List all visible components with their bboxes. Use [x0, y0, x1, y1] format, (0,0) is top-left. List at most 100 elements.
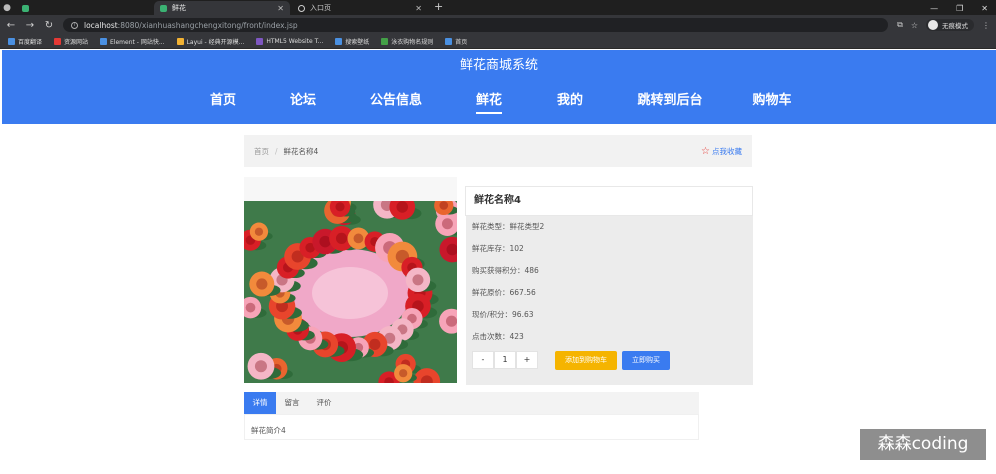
rose-center-shape	[335, 202, 345, 212]
nav-mine[interactable]: 我的	[529, 90, 611, 114]
browser-tab-3[interactable]: 入口页 ✕	[292, 1, 428, 15]
browser-tab-strip: ● 鲜花 ✕ 入口页 ✕ + — ❐ ✕	[0, 0, 996, 15]
bookmarks-bar: 百度翻译 资源网站 Element - 网站快... Layui - 经典开源模…	[0, 35, 996, 49]
tab-reviews[interactable]: 评价	[308, 392, 340, 414]
main-nav: 首页 论坛 公告信息 鲜花 我的 跳转到后台 购物车	[2, 90, 996, 114]
increment-button[interactable]: +	[516, 351, 538, 369]
restore-icon[interactable]: ❐	[956, 4, 963, 13]
watermark: 森森coding	[860, 429, 986, 460]
bookmark-icon	[335, 38, 343, 45]
rose-center-shape	[254, 360, 268, 373]
bookmark-item[interactable]: 资源网站	[54, 37, 88, 46]
bookmark-icon	[381, 38, 389, 45]
nav-notices[interactable]: 公告信息	[343, 90, 449, 114]
bookmark-icon	[100, 38, 108, 45]
attr-current-price: 现价/积分：96.63	[472, 310, 534, 319]
url-input[interactable]: i localhost:8080/xianhuashangchengxitong…	[63, 18, 889, 32]
tab-messages[interactable]: 留言	[276, 392, 308, 414]
bookmark-item[interactable]: HTML5 Website T...	[256, 38, 323, 45]
decrement-button[interactable]: -	[472, 351, 494, 369]
product-name: 鲜花名称4	[465, 186, 753, 216]
new-tab-button[interactable]: +	[434, 1, 443, 15]
toolbar-right: ⧉ ☆ 无痕模式 ⋮	[897, 19, 990, 31]
attr-original-price: 鲜花原价：667.56	[472, 288, 536, 297]
bookmark-item[interactable]: 百度翻译	[8, 37, 42, 46]
browser-tab-1[interactable]	[16, 1, 152, 15]
bookmark-icon	[8, 38, 15, 45]
url-path: :8080/xianhuashangchengxitong/front/inde…	[117, 20, 298, 30]
favorite-label: 点我收藏	[712, 146, 742, 156]
minimize-icon[interactable]: —	[930, 4, 938, 13]
reload-icon[interactable]: ↻	[44, 20, 54, 31]
bookmark-star-icon[interactable]: ☆	[911, 21, 918, 30]
detail-tabs: 详情 留言 评价	[244, 392, 699, 414]
back-arrow-icon[interactable]: ←	[6, 20, 16, 31]
browser-tab-2[interactable]: 鲜花 ✕	[154, 1, 290, 15]
address-bar-row: ← → ↻ i localhost:8080/xianhuashangcheng…	[0, 15, 996, 35]
nav-forum[interactable]: 论坛	[263, 90, 343, 114]
rose-center-shape	[353, 233, 364, 244]
translate-icon[interactable]: ⧉	[897, 20, 903, 30]
bookmark-item[interactable]: Element - 网站快...	[100, 37, 165, 46]
product-image	[244, 201, 457, 383]
info-icon[interactable]: i	[71, 21, 78, 29]
tab-close-icon[interactable]: ✕	[277, 4, 284, 13]
bookmark-item[interactable]: 泳衣购物名规则	[381, 37, 433, 46]
globe-icon	[445, 38, 453, 45]
bookmark-label: 搜索壁纸	[345, 39, 370, 46]
window-controls: — ❐ ✕	[930, 1, 996, 15]
product-info-panel: 鲜花名称4 鲜花类型：鲜花类型2 鲜花库存：102 购买获得积分：486 鲜花原…	[465, 177, 753, 386]
attr-type: 鲜花类型：鲜花类型2	[472, 222, 545, 231]
add-to-cart-button[interactable]: 添加到购物车	[555, 351, 617, 370]
site-title: 鲜花商城系统	[459, 58, 538, 73]
breadcrumb-current: 鲜花名称4	[283, 146, 319, 156]
detail-content: 鲜花简介4	[244, 414, 699, 440]
rose-center-shape	[335, 232, 348, 244]
tab-favicon-icon	[160, 4, 167, 12]
bookmark-item[interactable]: Layui - 经典开源模...	[176, 37, 245, 46]
profile-label: 无痕模式	[942, 22, 968, 30]
profile-button[interactable]: 无痕模式	[926, 19, 974, 31]
rose-center-shape	[445, 315, 457, 327]
tab-title: 鲜花	[172, 4, 186, 12]
bookmark-label: Element - 网站快...	[110, 39, 165, 46]
rose-center-shape	[412, 274, 424, 286]
breadcrumb-home[interactable]: 首页	[254, 146, 269, 157]
breadcrumb-separator: /	[275, 146, 278, 156]
bookmark-item[interactable]: 首页	[445, 37, 467, 46]
rose-center-shape	[396, 201, 409, 213]
rose-center-shape	[256, 278, 268, 290]
rose-center-shape	[441, 218, 453, 230]
globe-icon	[298, 4, 305, 12]
site-header: 鲜花商城系统 首页 论坛 公告信息 鲜花 我的 跳转到后台 购物车	[2, 50, 996, 124]
tab-close-icon[interactable]: ✕	[415, 4, 422, 13]
bookmark-label: Layui - 经典开源模...	[186, 39, 245, 46]
star-icon: ☆	[701, 145, 710, 157]
bookmark-label: 百度翻译	[18, 39, 43, 46]
rose-center-shape	[254, 227, 264, 236]
tab-favicon-icon	[22, 4, 29, 12]
attr-points: 购买获得积分：486	[472, 266, 539, 275]
bookmark-icon	[176, 38, 184, 45]
bookmark-item[interactable]: 搜索壁纸	[335, 37, 369, 46]
product-image-panel	[244, 177, 457, 383]
nav-admin[interactable]: 跳转到后台	[611, 90, 729, 114]
tab-details[interactable]: 详情	[244, 392, 276, 414]
close-window-icon[interactable]: ✕	[981, 4, 988, 13]
attr-clicks: 点击次数：423	[472, 332, 524, 341]
forward-arrow-icon[interactable]: →	[25, 20, 35, 31]
incognito-icon	[928, 20, 938, 30]
menu-kebab-icon[interactable]: ⋮	[982, 21, 990, 30]
bookmark-label: 首页	[455, 39, 468, 46]
favorite-button[interactable]: ☆ 点我收藏	[701, 146, 742, 157]
nav-home[interactable]: 首页	[183, 90, 263, 114]
bookmark-icon	[256, 38, 264, 45]
nav-cart[interactable]: 购物车	[729, 90, 815, 114]
attr-stock: 鲜花库存：102	[472, 244, 524, 253]
buy-now-button[interactable]: 立即购买	[622, 351, 670, 370]
breadcrumb: 首页 / 鲜花名称4 ☆ 点我收藏	[244, 135, 752, 167]
quantity-input[interactable]: 1	[494, 351, 516, 369]
chrome-logo-icon[interactable]: ●	[0, 1, 14, 15]
nav-flowers[interactable]: 鲜花	[449, 90, 529, 114]
bookmark-label: 泳衣购物名规则	[391, 39, 434, 46]
